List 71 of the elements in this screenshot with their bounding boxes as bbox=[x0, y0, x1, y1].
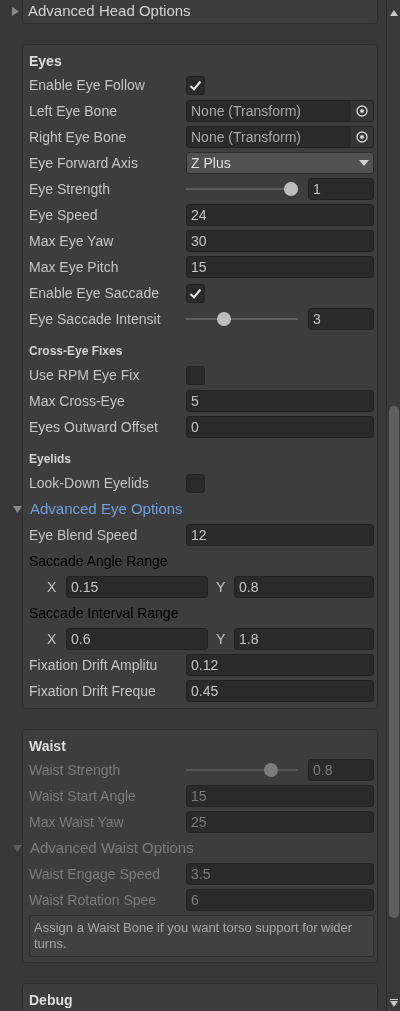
field-label: Eye Forward Axis bbox=[29, 153, 139, 173]
field-label: Max Eye Pitch bbox=[29, 257, 120, 277]
checkbox[interactable] bbox=[186, 473, 205, 493]
axis-label: X bbox=[47, 577, 58, 597]
field-label: Saccade Angle Range bbox=[29, 552, 169, 571]
field-label: Waist Rotation Spee bbox=[29, 890, 158, 910]
slider[interactable] bbox=[186, 762, 298, 778]
section-title: Debug bbox=[29, 991, 74, 1010]
field-label: Eyes Outward Offset bbox=[29, 417, 159, 437]
field-label: Eye Blend Speed bbox=[29, 525, 139, 545]
checkbox[interactable] bbox=[186, 365, 205, 385]
checkbox[interactable] bbox=[186, 283, 205, 303]
field-label: Enable Eye Follow bbox=[29, 75, 146, 95]
object-field[interactable]: None (Transform) bbox=[186, 100, 374, 122]
number-field[interactable]: 0.12 bbox=[186, 654, 374, 676]
slider-thumb[interactable] bbox=[284, 182, 298, 196]
slider-thumb[interactable] bbox=[217, 312, 232, 326]
scrollbar-thumb[interactable] bbox=[389, 406, 399, 918]
number-field[interactable]: 30 bbox=[186, 230, 374, 252]
field-label: Look-Down Eyelids bbox=[29, 473, 150, 493]
axis-label: Y bbox=[215, 577, 227, 597]
scrollbar[interactable] bbox=[386, 0, 400, 1011]
field-label: Max Eye Yaw bbox=[29, 231, 115, 251]
field-label: Waist Strength bbox=[29, 760, 122, 780]
number-field[interactable]: 15 bbox=[186, 256, 374, 278]
field-label: Max Cross-Eye bbox=[29, 391, 126, 411]
number-field[interactable]: 1.8 bbox=[234, 628, 374, 650]
number-field[interactable]: 12 bbox=[186, 524, 374, 546]
section-title: Waist bbox=[29, 737, 67, 756]
foldout-arrow-icon[interactable] bbox=[13, 504, 22, 514]
subheading: Cross-Eye Fixes bbox=[29, 343, 123, 360]
target-icon[interactable] bbox=[356, 131, 368, 143]
foldout-arrow-icon[interactable] bbox=[11, 7, 20, 16]
number-field[interactable]: 3 bbox=[308, 308, 374, 330]
slider[interactable] bbox=[186, 181, 298, 197]
checkbox[interactable] bbox=[186, 75, 205, 95]
number-field[interactable]: 0.6 bbox=[66, 628, 208, 650]
number-field[interactable]: 0.45 bbox=[186, 680, 374, 702]
subheading: Eyelids bbox=[29, 451, 72, 468]
field-label: Eye Strength bbox=[29, 179, 111, 199]
field-label: Right Eye Bone bbox=[29, 127, 128, 147]
field-label: Saccade Interval Range bbox=[29, 604, 180, 623]
field-label: Eye Speed bbox=[29, 205, 99, 225]
axis-label: Y bbox=[215, 629, 227, 649]
number-field[interactable]: 24 bbox=[186, 204, 374, 226]
number-field[interactable]: 0.15 bbox=[66, 576, 208, 598]
foldout-label[interactable]: Advanced Head Options bbox=[28, 0, 191, 23]
dropdown[interactable]: Z Plus bbox=[186, 152, 374, 174]
field-label: Eye Saccade Intensit bbox=[29, 309, 162, 329]
section-title: Eyes bbox=[29, 52, 63, 71]
field-label: Enable Eye Saccade bbox=[29, 283, 160, 303]
number-field[interactable]: 0.8 bbox=[234, 576, 374, 598]
foldout-label[interactable]: Advanced Eye Options bbox=[30, 497, 183, 521]
field-label: Fixation Drift Amplitu bbox=[29, 655, 159, 675]
number-field[interactable]: 0 bbox=[186, 416, 374, 438]
scroll-down-icon[interactable] bbox=[390, 999, 398, 1007]
field-label: Waist Start Angle bbox=[29, 786, 137, 806]
help-box: Assign a Waist Bone if you want torso support for wider turns. bbox=[29, 915, 374, 957]
axis-label: X bbox=[47, 629, 58, 649]
field-label: Use RPM Eye Fix bbox=[29, 365, 141, 385]
dropdown-caret-icon bbox=[359, 160, 369, 166]
number-field[interactable]: 5 bbox=[186, 390, 374, 412]
target-icon[interactable] bbox=[356, 105, 368, 117]
field-label: Max Waist Yaw bbox=[29, 812, 125, 832]
field-label: Left Eye Bone bbox=[29, 101, 118, 121]
scroll-up-icon[interactable] bbox=[390, 10, 398, 16]
field-label: Waist Engage Speed bbox=[29, 864, 161, 884]
object-field[interactable]: None (Transform) bbox=[186, 126, 374, 148]
number-field[interactable]: 1 bbox=[308, 178, 374, 200]
field-label: Fixation Drift Freque bbox=[29, 681, 157, 701]
slider[interactable] bbox=[186, 311, 298, 327]
